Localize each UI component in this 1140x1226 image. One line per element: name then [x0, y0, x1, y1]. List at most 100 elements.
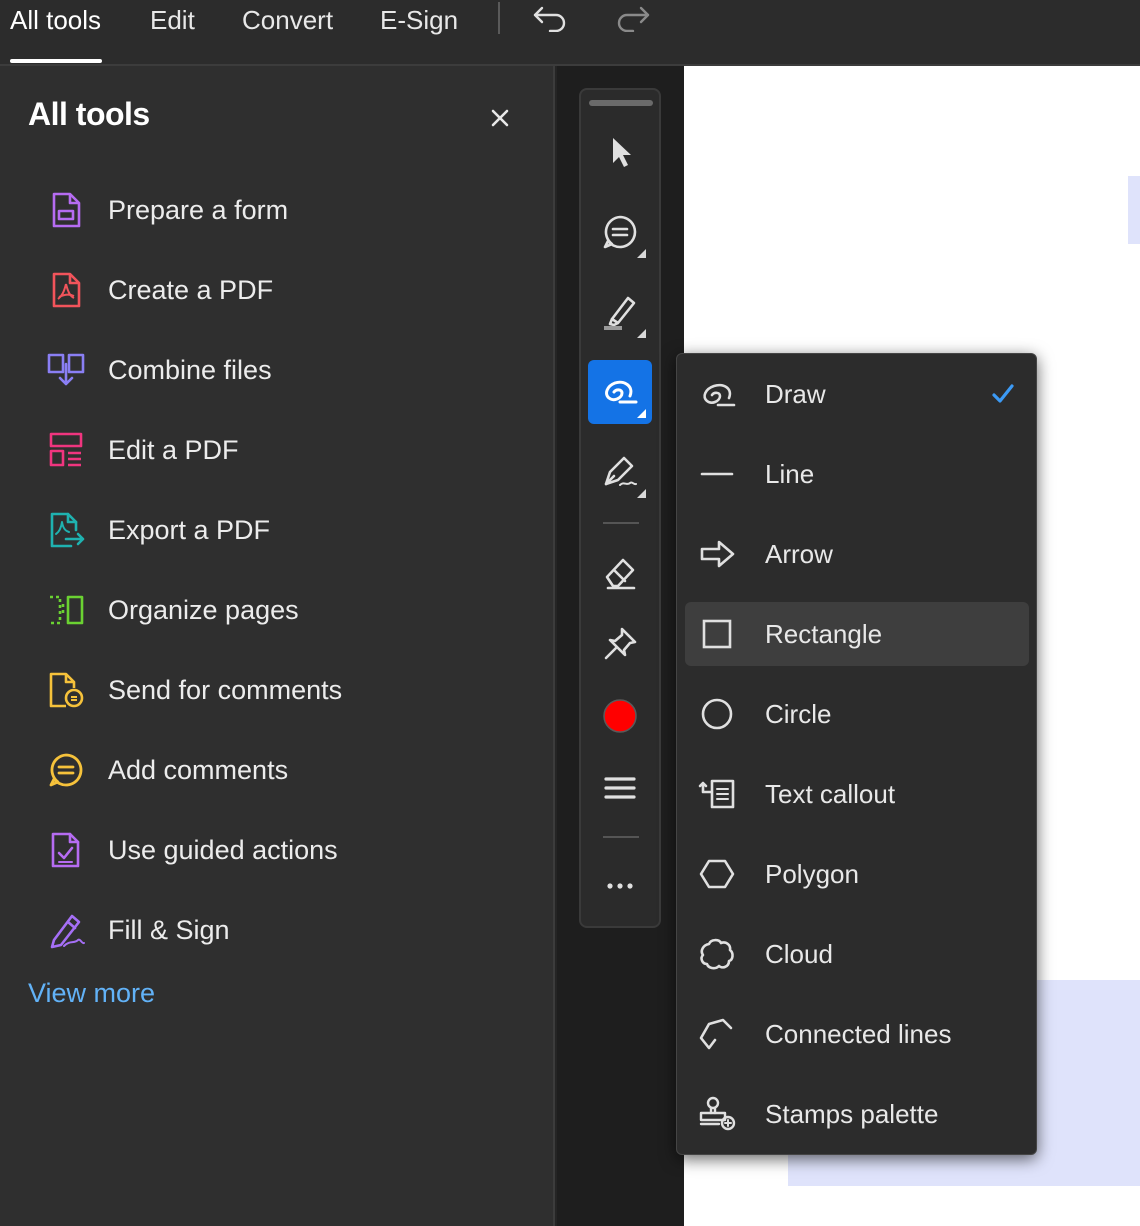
menu-item-arrow[interactable]: Arrow: [685, 522, 1029, 586]
eraser-tool-button[interactable]: [588, 540, 652, 604]
polygon-icon: [699, 859, 735, 889]
pdf-icon: [52, 272, 81, 308]
undo-icon[interactable]: [532, 4, 568, 32]
color-picker-button[interactable]: [588, 684, 652, 748]
tool-create-a-pdf[interactable]: Create a PDF: [46, 262, 526, 318]
menu-item-rectangle[interactable]: Rectangle: [685, 602, 1029, 666]
circle-icon: [701, 698, 733, 730]
tool-label: Add comments: [108, 755, 289, 785]
line-weight-icon: [604, 777, 636, 799]
tool-use-guided-actions[interactable]: Use guided actions: [46, 822, 526, 878]
tool-label: Create a PDF: [108, 275, 274, 305]
guided-actions-icon: [51, 832, 80, 868]
tool-combine-files[interactable]: Combine files: [46, 342, 526, 398]
tool-organize-pages[interactable]: Organize pages: [46, 582, 526, 638]
select-tool-button[interactable]: [588, 120, 652, 184]
tool-edit-a-pdf[interactable]: Edit a PDF: [46, 422, 526, 478]
text-callout-icon: [698, 779, 735, 809]
arrow-icon: [700, 540, 735, 568]
menu-item-label: Polygon: [765, 859, 859, 889]
submenu-caret: [637, 249, 646, 258]
active-tab-indicator: [10, 59, 102, 63]
export-icon: [50, 512, 85, 548]
menu-item-label: Connected lines: [765, 1019, 952, 1049]
submenu-caret: [637, 489, 646, 498]
menu-item-polygon[interactable]: Polygon: [685, 842, 1029, 906]
menu-item-label: Circle: [765, 699, 832, 729]
toolbar-drag-handle[interactable]: [589, 100, 653, 106]
pin-tool-button[interactable]: [588, 612, 652, 676]
menu-item-label: Cloud: [765, 939, 833, 969]
menu-item-line[interactable]: Line: [685, 442, 1029, 506]
tool-label: Export a PDF: [108, 515, 271, 545]
draw-icon: [605, 380, 638, 404]
highlight-tool-button[interactable]: [588, 280, 652, 344]
fill-sign-icon: [50, 914, 85, 949]
cloud-icon: [700, 938, 734, 970]
tool-label: Organize pages: [108, 595, 299, 625]
draw-tools-menu: Draw Line Arrow Rectangle Circle Text ca…: [676, 353, 1037, 1155]
menu-item-label: Draw: [765, 379, 826, 409]
eraser-icon: [605, 558, 636, 590]
menu-item-label: Text callout: [765, 779, 896, 809]
toolbar-separator: [603, 522, 639, 524]
tool-add-comments[interactable]: Add comments: [46, 742, 526, 798]
tab-all-tools[interactable]: All tools: [10, 0, 101, 40]
menu-item-circle[interactable]: Circle: [685, 682, 1029, 746]
more-icon: [607, 883, 633, 889]
tool-prepare-a-form[interactable]: Prepare a form: [46, 182, 526, 238]
tool-send-for-comments[interactable]: Send for comments: [46, 662, 526, 718]
pin-icon: [604, 627, 637, 660]
tool-label: Use guided actions: [108, 835, 338, 865]
menu-item-label: Arrow: [765, 539, 833, 569]
menu-item-connected-lines[interactable]: Connected lines: [685, 1002, 1029, 1066]
tool-label: Fill & Sign: [108, 915, 230, 945]
tab-convert[interactable]: Convert: [242, 0, 333, 40]
comment-tool-button[interactable]: [588, 200, 652, 264]
menu-item-text-callout[interactable]: Text callout: [685, 762, 1029, 826]
form-icon: [52, 192, 81, 228]
menu-item-cloud[interactable]: Cloud: [685, 922, 1029, 986]
submenu-caret: [637, 329, 646, 338]
stamp-icon: [699, 1096, 736, 1131]
more-tools-button[interactable]: [588, 854, 652, 918]
all-tools-panel: All tools Prepare a form Create a PDF Co…: [0, 66, 555, 1226]
comment-icon: [603, 215, 637, 249]
tool-label: Edit a PDF: [108, 435, 239, 465]
send-comments-icon: [49, 672, 84, 708]
edit-pdf-icon: [49, 432, 83, 467]
menu-item-stamps-palette[interactable]: Stamps palette: [685, 1082, 1029, 1146]
rectangle-icon: [702, 619, 732, 649]
comment-icon: [49, 753, 83, 787]
redo-icon[interactable]: [615, 4, 651, 32]
toolbar-divider: [498, 2, 500, 34]
tab-edit[interactable]: Edit: [150, 0, 195, 40]
draw-tool-button[interactable]: [588, 360, 652, 424]
checkmark-icon: [992, 384, 1014, 403]
view-more-link[interactable]: View more: [28, 978, 155, 1009]
menu-item-label: Rectangle: [765, 619, 883, 649]
tool-fill-and-sign[interactable]: Fill & Sign: [46, 902, 526, 958]
pen-icon: [604, 456, 637, 486]
submenu-caret: [637, 409, 646, 418]
close-icon[interactable]: [488, 106, 512, 130]
organize-icon: [50, 595, 84, 625]
tool-label: Combine files: [108, 355, 272, 385]
panel-title: All tools: [28, 96, 150, 132]
pen-tool-button[interactable]: [588, 440, 652, 504]
toolbar-separator: [603, 836, 639, 838]
top-navigation-bar: All tools Edit Convert E-Sign: [0, 0, 1140, 66]
line-icon: [700, 472, 734, 476]
combine-icon: [47, 353, 85, 386]
menu-item-label: Line: [765, 459, 815, 489]
tool-label: Prepare a form: [108, 195, 289, 225]
color-swatch: [603, 699, 637, 733]
comment-toolbar: [579, 88, 661, 928]
line-weight-button[interactable]: [588, 756, 652, 820]
tool-label: Send for comments: [108, 675, 343, 705]
document-highlight: [1128, 176, 1140, 244]
menu-item-draw[interactable]: Draw: [685, 362, 1029, 426]
tool-export-a-pdf[interactable]: Export a PDF: [46, 502, 526, 558]
tab-e-sign[interactable]: E-Sign: [380, 0, 458, 40]
select-icon: [613, 138, 631, 167]
